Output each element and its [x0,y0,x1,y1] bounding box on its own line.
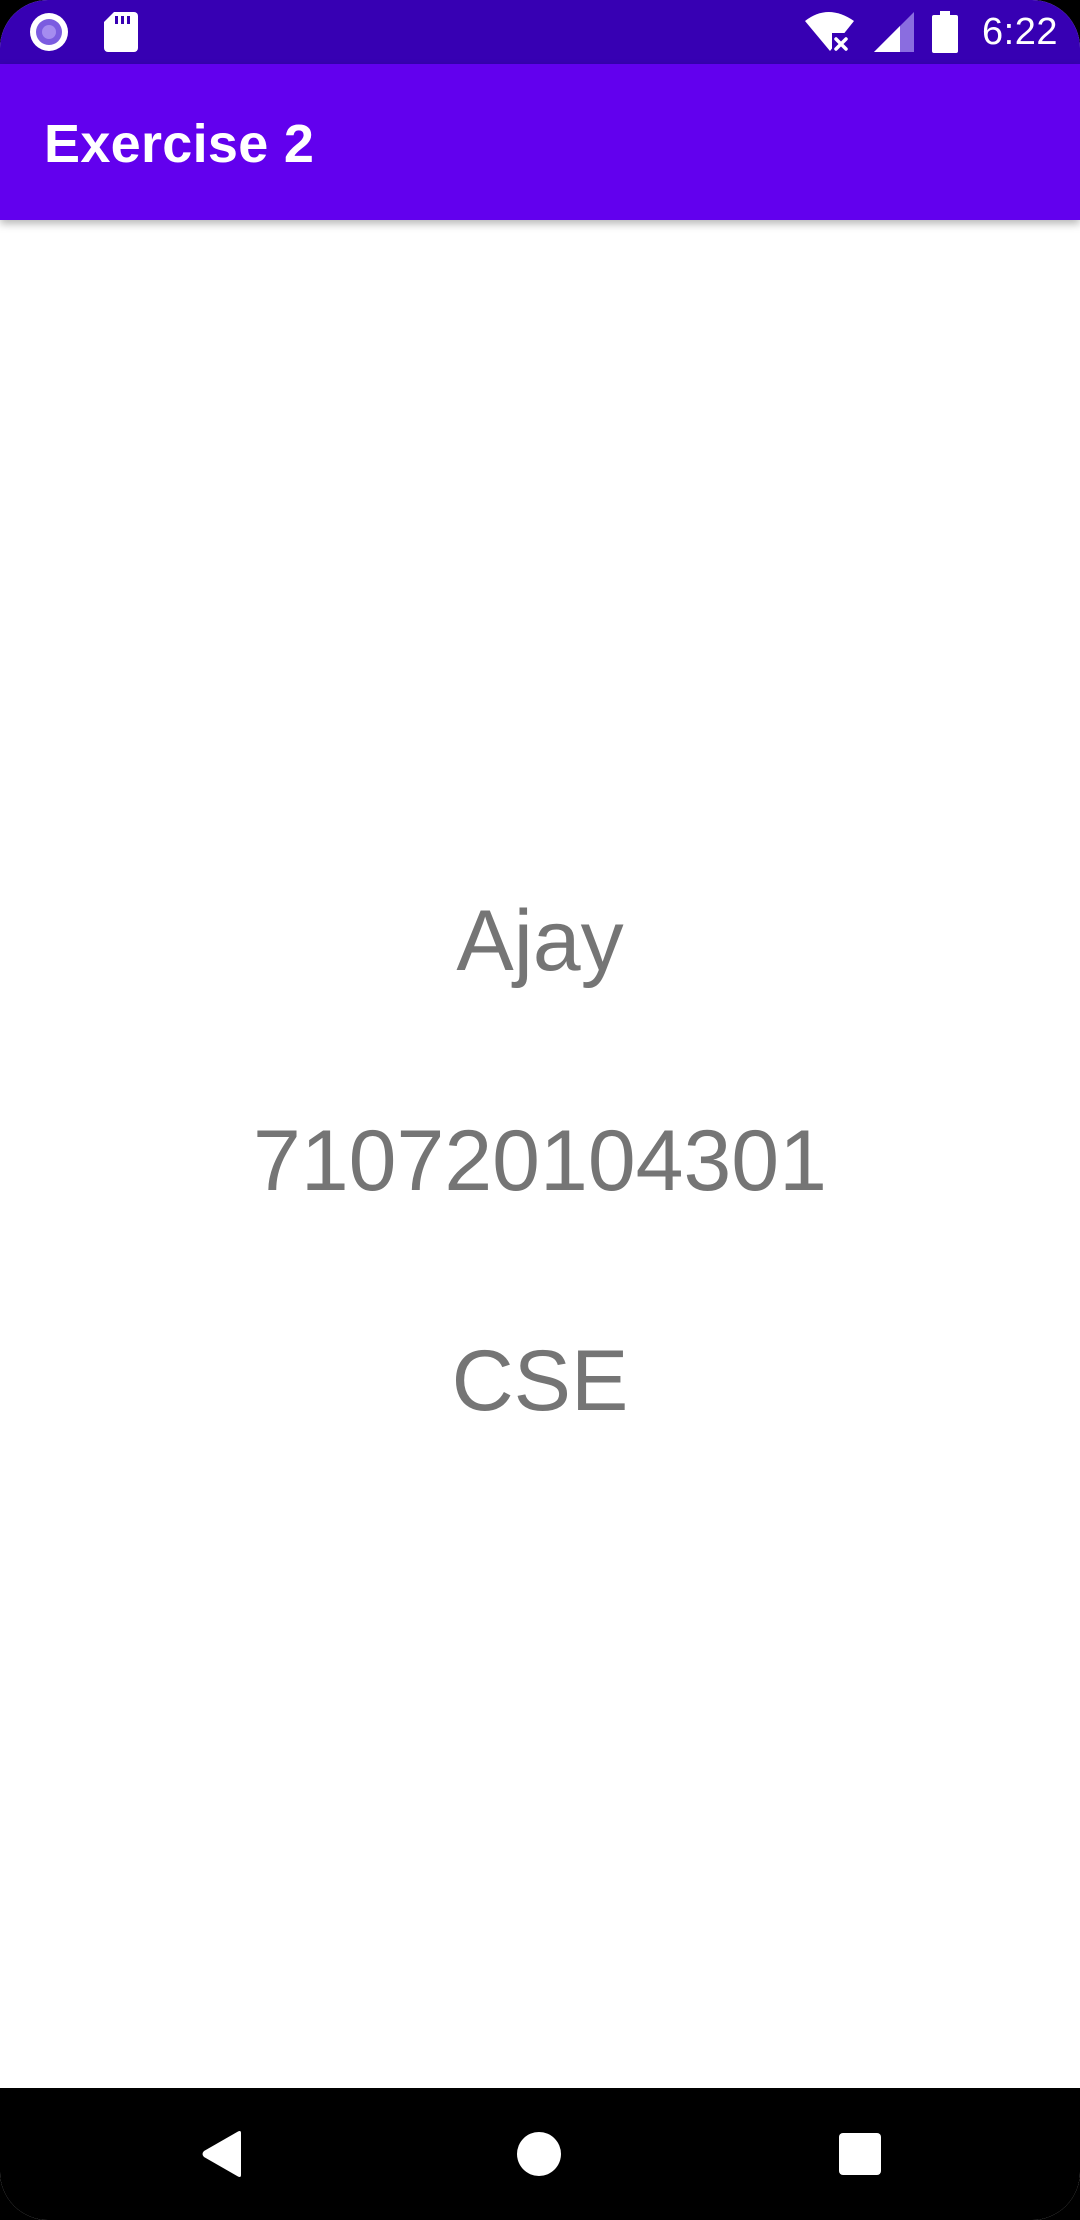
main-content: Ajay 710720104301 CSE [0,220,1080,2088]
battery-icon [932,11,959,53]
back-icon [199,2129,245,2179]
status-bar: 6:22 [0,0,1080,64]
home-button[interactable] [509,2124,569,2184]
phone-screen: 6:22 Exercise 2 Ajay 710720104301 CSE [0,0,1080,2220]
cell-signal-icon [874,12,915,52]
recents-icon [839,2133,881,2175]
name-text: Ajay [456,893,624,989]
status-bar-left [28,11,138,53]
status-bar-right: 6:22 [804,8,1058,56]
navigation-bar [0,2088,1080,2220]
home-icon [516,2131,562,2177]
app-title: Exercise 2 [44,114,315,174]
register-number-text: 710720104301 [253,1113,827,1209]
app-bar: Exercise 2 [0,64,1080,220]
recents-button[interactable] [830,2124,890,2184]
wifi-no-internet-icon [804,11,856,53]
status-time: 6:22 [982,10,1058,53]
department-text: CSE [451,1333,629,1429]
back-button[interactable] [192,2124,252,2184]
sd-card-icon [104,12,138,52]
record-icon [28,11,70,53]
